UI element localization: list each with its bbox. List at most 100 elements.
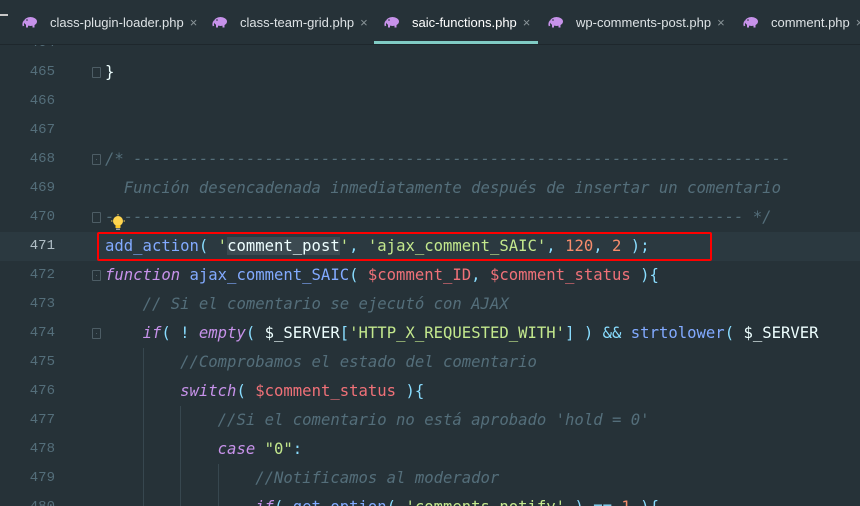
- annotation-highlight-box: [97, 232, 712, 261]
- code-line[interactable]: 479 //Notificamos al moderador: [0, 464, 860, 493]
- code-token: get_option: [293, 498, 387, 506]
- tab-class-team-grid[interactable]: class-team-grid.php ×: [210, 0, 368, 44]
- code-token: switch: [180, 382, 237, 400]
- line-number: 473: [29, 296, 55, 312]
- line-number: 477: [29, 412, 55, 428]
- code-token: //Si el comentario no está aprobado 'hol…: [217, 411, 650, 429]
- code-text: if( get_option( 'comments_notify' ) == 1…: [105, 493, 659, 506]
- code-token: ){: [630, 266, 659, 284]
- line-number: 465: [29, 64, 55, 80]
- close-icon[interactable]: ×: [717, 15, 725, 30]
- code-line[interactable]: 472 function ajax_comment_SAIC( $comment_…: [0, 261, 860, 290]
- code-text: function ajax_comment_SAIC( $comment_ID,…: [105, 261, 659, 290]
- code-token: function: [105, 266, 181, 284]
- code-token: 'HTTP_X_REQUESTED_WITH': [349, 324, 566, 342]
- code-token: 'comments_notify': [405, 498, 565, 506]
- code-token: "0": [264, 440, 293, 458]
- code-line[interactable]: 480 if( get_option( 'comments_notify' ) …: [0, 493, 860, 506]
- close-icon[interactable]: ×: [523, 15, 531, 30]
- code-token: ,: [471, 266, 490, 284]
- code-line[interactable]: 470 -------------------------------------…: [0, 203, 860, 232]
- code-token: (: [236, 382, 256, 400]
- fold-marker-icon[interactable]: [92, 328, 101, 339]
- code-line[interactable]: 473 // Si el comentario se ejecutó con A…: [0, 290, 860, 319]
- code-line[interactable]: 464: [0, 45, 860, 58]
- code-token: strtolower: [630, 324, 725, 342]
- code-token: (: [724, 324, 744, 342]
- code-token: (: [387, 498, 406, 506]
- code-token: (: [349, 266, 368, 284]
- code-text: /* -------------------------------------…: [105, 145, 790, 174]
- tab-label: comment.php: [771, 14, 850, 30]
- code-line[interactable]: 466: [0, 87, 860, 116]
- code-token: ajax_comment_SAIC: [189, 266, 350, 284]
- code-token: $_SERVER: [743, 324, 819, 342]
- code-line[interactable]: 467: [0, 116, 860, 145]
- close-icon[interactable]: ×: [190, 15, 198, 30]
- fold-marker-icon[interactable]: [92, 67, 101, 78]
- code-text: case "0":: [105, 435, 303, 464]
- tab-saic-functions[interactable]: saic-functions.php ×: [374, 0, 539, 44]
- code-line[interactable]: 477 //Si el comentario no está aprobado …: [0, 406, 860, 435]
- code-line[interactable]: 475 //Comprobamos el estado del comentar…: [0, 348, 860, 377]
- code-token: case: [217, 440, 256, 458]
- code-line[interactable]: 468 /* ----------------------------------…: [0, 145, 860, 174]
- fold-marker-icon[interactable]: [92, 154, 101, 165]
- code-token: ) ==: [565, 498, 621, 506]
- line-number: 480: [0, 493, 55, 506]
- code-token: (: [245, 324, 265, 342]
- line-number: 471: [29, 238, 55, 254]
- tab-bar-edge: [0, 14, 8, 16]
- line-number: 472: [29, 267, 55, 283]
- code-text: ----------------------------------------…: [105, 203, 772, 232]
- tab-label: class-plugin-loader.php: [50, 14, 184, 30]
- fold-marker-icon[interactable]: [92, 212, 101, 223]
- close-icon[interactable]: ×: [360, 15, 368, 30]
- editor-tab-bar: class-plugin-loader.php × class-team-grid.…: [0, 0, 860, 45]
- tab-wp-comments-post[interactable]: wp-comments-post.php ×: [546, 0, 725, 44]
- code-token: $comment_ID: [367, 266, 472, 284]
- code-text: }: [105, 58, 114, 87]
- close-icon[interactable]: ×: [856, 15, 860, 30]
- code-token: // Si el comentario se ejecutó con AJAX: [142, 295, 509, 313]
- code-line[interactable]: 469 Función desencadenada inmediatamente…: [0, 174, 860, 203]
- code-line[interactable]: 478 case "0":: [0, 435, 860, 464]
- code-token: $comment_status: [255, 382, 397, 400]
- lightbulb-icon[interactable]: [110, 214, 126, 232]
- tab-label: saic-functions.php: [412, 14, 517, 30]
- code-token: $_SERVER: [264, 324, 340, 342]
- line-number: 479: [29, 470, 55, 486]
- fold-marker-icon[interactable]: [92, 270, 101, 281]
- line-number: 474: [29, 325, 55, 341]
- tab-label: wp-comments-post.php: [576, 14, 712, 30]
- tab-label: class-team-grid.php: [240, 14, 355, 30]
- code-token: Función desencadenada inmediatamente des…: [105, 179, 781, 197]
- tab-comment[interactable]: comment.php ×: [741, 0, 860, 44]
- code-text: //Notificamos al moderador: [105, 464, 499, 493]
- code-token: [: [339, 324, 350, 342]
- code-line[interactable]: 465}: [0, 58, 860, 87]
- tab-class-plugin-loader[interactable]: class-plugin-loader.php ×: [20, 0, 197, 44]
- line-number: 464: [0, 45, 55, 58]
- line-number: 467: [29, 122, 55, 138]
- code-text: if( ! empty( $_SERVER['HTTP_X_REQUESTED_…: [105, 319, 819, 348]
- code-token: $comment_status: [489, 266, 631, 284]
- php-elephant-icon: [384, 17, 399, 28]
- code-text: // Si el comentario se ejecutó con AJAX: [105, 290, 509, 319]
- line-number: 470: [29, 209, 55, 225]
- line-number: 475: [29, 354, 55, 370]
- code-line[interactable]: 474 if( ! empty( $_SERVER['HTTP_X_REQUES…: [0, 319, 860, 348]
- code-line[interactable]: 476 switch( $comment_status ){: [0, 377, 860, 406]
- code-editor[interactable]: 464465}466467468/* ---------------------…: [0, 45, 860, 506]
- line-number: 469: [29, 180, 55, 196]
- line-number: 466: [29, 93, 55, 109]
- code-token: /* -------------------------------------…: [105, 150, 791, 168]
- line-number: 476: [29, 383, 55, 399]
- code-token: //Comprobamos el estado del comentario: [180, 353, 537, 371]
